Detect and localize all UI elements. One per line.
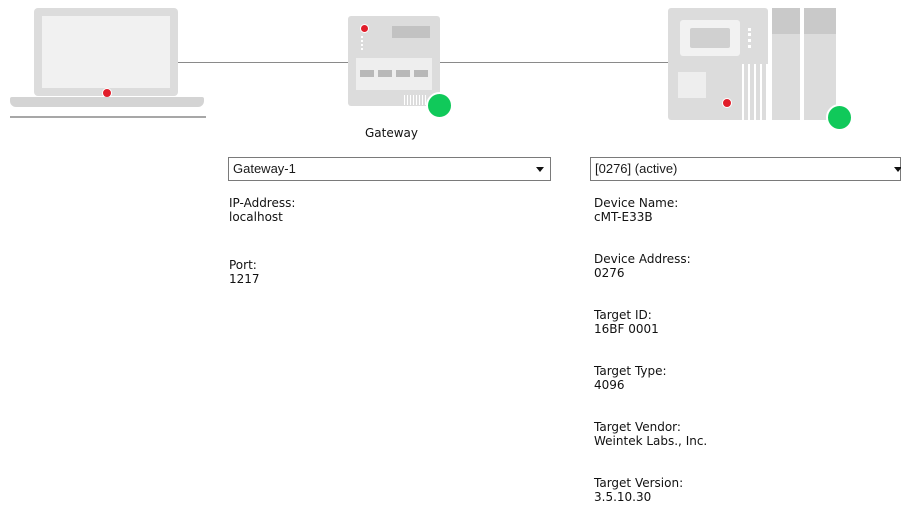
plc-port-slot	[678, 72, 706, 98]
target-id-field: Target ID: 16BF 0001	[594, 308, 659, 336]
gateway-vent	[404, 95, 426, 105]
field-label: Device Address:	[594, 252, 691, 266]
connection-line-gateway-plc	[440, 62, 668, 63]
target-version-field: Target Version: 3.5.10.30	[594, 476, 683, 504]
chevron-down-icon[interactable]	[894, 167, 901, 172]
field-value: 4096	[594, 378, 625, 392]
field-label: Target ID:	[594, 308, 652, 322]
field-value: 16BF 0001	[594, 322, 659, 336]
plc-screen-inner	[690, 28, 730, 48]
device-select-value: [0276] (active)	[595, 161, 678, 176]
field-label: Target Version:	[594, 476, 684, 490]
field-value: 1217	[229, 272, 260, 286]
gateway-select[interactable]: Gateway-1	[228, 157, 551, 181]
gateway-port	[360, 70, 374, 77]
gateway-ip-field: IP-Address: localhost	[229, 196, 295, 224]
gateway-select-value: Gateway-1	[233, 161, 296, 176]
device-address-field: Device Address: 0276	[594, 252, 691, 280]
plc-module-1-top	[772, 8, 800, 34]
device-select[interactable]: [0276] (active)	[590, 157, 901, 181]
field-label: IP-Address:	[229, 196, 296, 210]
field-value: cMT-E33B	[594, 210, 653, 224]
gateway-indicator-leds	[361, 36, 367, 50]
gateway-port	[378, 70, 392, 77]
gateway-port-panel	[356, 58, 432, 90]
target-vendor-field: Target Vendor: Weintek Labs., Inc.	[594, 420, 707, 448]
field-label: Target Type:	[594, 364, 667, 378]
chevron-down-icon[interactable]	[536, 167, 544, 172]
laptop-base-shadow	[10, 116, 206, 118]
laptop-base	[10, 97, 204, 107]
field-label: Port:	[229, 258, 257, 272]
plc-vent	[742, 64, 768, 120]
laptop-screen-inner	[42, 16, 170, 88]
plc-module-1	[772, 8, 800, 120]
field-value: Weintek Labs., Inc.	[594, 434, 708, 448]
field-value: localhost	[229, 210, 283, 224]
plc-status-online-icon	[826, 104, 853, 131]
gateway-port	[396, 70, 410, 77]
plc-indicator-leds	[748, 28, 755, 48]
gateway-caption: Gateway	[365, 126, 419, 140]
gateway-port	[414, 70, 428, 77]
gateway-status-online-icon	[426, 92, 453, 119]
plc-module-2-top	[804, 8, 836, 34]
plc-module-2	[804, 8, 836, 120]
field-value: 0276	[594, 266, 625, 280]
field-label: Device Name:	[594, 196, 679, 210]
gateway-port-field: Port: 1217	[229, 258, 260, 286]
device-name-field: Device Name: cMT-E33B	[594, 196, 678, 224]
field-value: 3.5.10.30	[594, 490, 652, 504]
connection-line-computer-gateway	[178, 62, 348, 63]
target-type-field: Target Type: 4096	[594, 364, 667, 392]
plc-led-icon	[722, 98, 732, 108]
field-label: Target Vendor:	[594, 420, 681, 434]
gateway-display	[392, 26, 430, 38]
gateway-led-icon	[360, 24, 369, 33]
